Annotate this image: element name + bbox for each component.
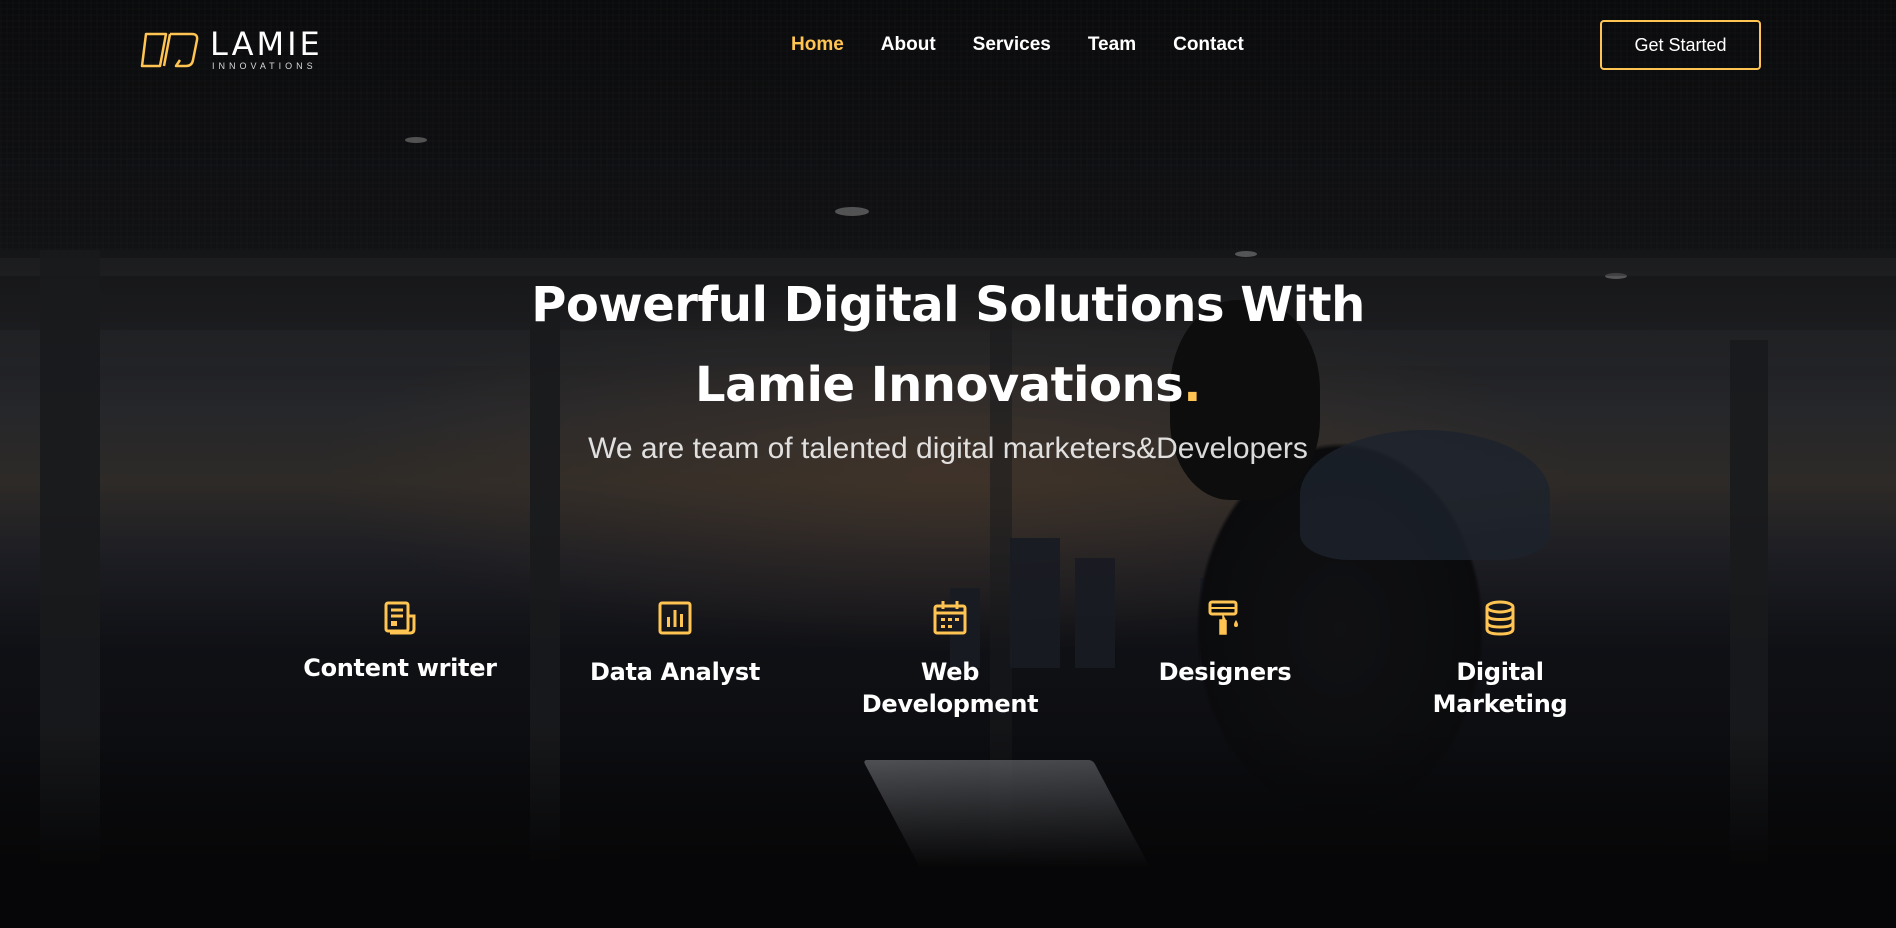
hero-title-dot: . bbox=[1183, 357, 1201, 413]
hero-title-line1: Powerful Digital Solutions With bbox=[531, 277, 1365, 333]
bar-chart-icon bbox=[658, 601, 692, 635]
get-started-button[interactable]: Get Started bbox=[1600, 20, 1761, 70]
services-row: Content writer Data Analyst Web Developm… bbox=[0, 598, 1896, 738]
database-icon bbox=[1485, 600, 1515, 636]
service-box-data-analyst[interactable]: Data Analyst bbox=[545, 598, 805, 688]
service-label: Digital Marketing bbox=[1432, 658, 1568, 718]
service-label: Web Development bbox=[861, 658, 1039, 718]
document-icon bbox=[384, 601, 416, 635]
brand-tagline: INNOVATIONS bbox=[212, 61, 317, 71]
service-label: Data Analyst bbox=[589, 658, 761, 686]
service-box-digital-marketing[interactable]: Digital Marketing bbox=[1370, 598, 1630, 720]
main-nav: Home About Services Team Contact bbox=[791, 33, 1281, 57]
brand-name: LAMIE bbox=[210, 25, 323, 63]
logo-mark-icon bbox=[140, 32, 199, 67]
brand-logo[interactable]: LAMIE INNOVATIONS bbox=[140, 28, 323, 71]
site-header: LAMIE INNOVATIONS Home About Services Te… bbox=[0, 0, 1896, 90]
hero-subtitle: We are team of talented digital marketer… bbox=[588, 432, 1308, 465]
calendar-icon bbox=[933, 601, 967, 635]
nav-link-contact[interactable]: Contact bbox=[1173, 33, 1244, 57]
nav-link-home[interactable]: Home bbox=[791, 33, 844, 57]
service-label: Content writer bbox=[303, 654, 497, 682]
nav-link-about[interactable]: About bbox=[881, 33, 936, 57]
service-box-content-writer[interactable]: Content writer bbox=[270, 598, 530, 684]
hero-title: Powerful Digital Solutions With Lamie In… bbox=[0, 265, 1896, 425]
hero-title-line2: Lamie Innovations bbox=[695, 357, 1184, 413]
service-box-web-development[interactable]: Web Development bbox=[820, 598, 1080, 720]
service-box-designers[interactable]: Designers bbox=[1095, 598, 1355, 688]
paint-roller-icon bbox=[1208, 600, 1238, 635]
service-label: Designers bbox=[1158, 658, 1292, 686]
nav-link-team[interactable]: Team bbox=[1088, 33, 1136, 57]
nav-link-services[interactable]: Services bbox=[973, 33, 1051, 57]
